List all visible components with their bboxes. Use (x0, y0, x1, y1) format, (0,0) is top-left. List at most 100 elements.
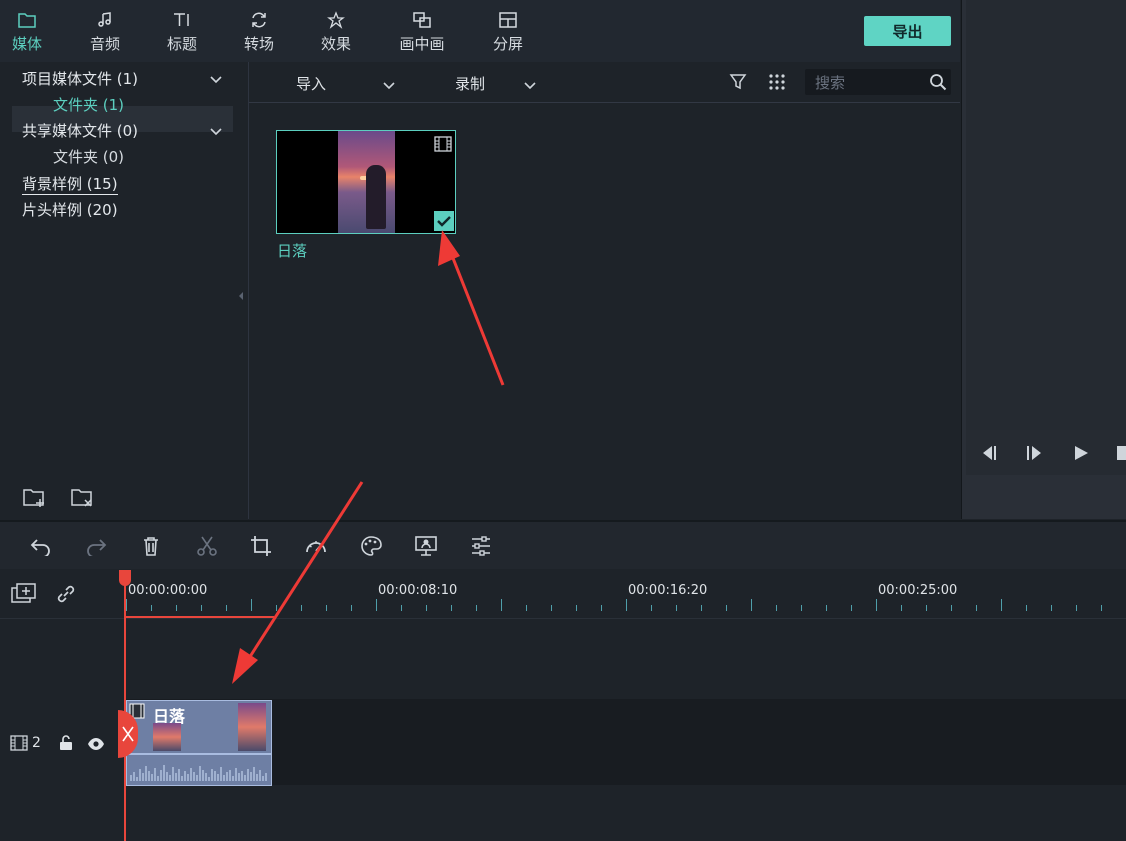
tab-label: 标题 (166, 34, 197, 53)
sidebar-item-folder-1[interactable]: 文件夹 (1) (53, 94, 124, 115)
sidebar-item-background-samples[interactable]: 背景样例 (15) (22, 173, 118, 195)
waveform-bar (133, 772, 135, 781)
transition-icon (248, 9, 270, 31)
scissors-cut-icon[interactable] (196, 535, 218, 561)
ruler-tick (826, 605, 827, 611)
top-toolbar: 媒体 音频 标题 转场 效果 画中画 分屏 (0, 0, 960, 62)
waveform-bar (193, 772, 195, 781)
waveform-bar (229, 770, 231, 781)
waveform-bar (208, 777, 210, 781)
link-icon[interactable] (55, 583, 77, 609)
tab-split-screen[interactable]: 分屏 (485, 0, 531, 62)
timecode-label: 00:00:16:20 (628, 583, 708, 598)
playhead-handle[interactable] (119, 570, 131, 586)
ruler-tick (576, 605, 577, 611)
waveform-bar (151, 774, 153, 781)
tab-label: 效果 (320, 34, 351, 53)
add-track-icon[interactable] (11, 583, 37, 609)
waveform-bar (154, 768, 156, 781)
ruler-tick (176, 605, 177, 611)
sidebar-item-project-media[interactable]: 项目媒体文件 (1) (22, 68, 138, 89)
tab-label: 画中画 (399, 34, 445, 53)
timeline-clip[interactable]: 日落 (126, 700, 272, 786)
media-thumbnail[interactable] (276, 130, 456, 234)
waveform-bar (160, 770, 162, 781)
picture-in-picture-icon (411, 9, 433, 31)
waveform-bar (199, 766, 201, 781)
ruler-tick (201, 605, 202, 611)
play-icon[interactable] (1072, 444, 1090, 466)
timecode-label: 00:00:00:00 (128, 583, 208, 598)
chevron-down-icon[interactable] (523, 76, 537, 95)
previous-frame-icon[interactable] (980, 444, 1000, 466)
next-frame-icon[interactable] (1024, 444, 1044, 466)
clip-divider (127, 753, 271, 755)
ruler-tick (626, 599, 627, 611)
waveform-bar (265, 773, 267, 781)
sidebar-item-shared-media[interactable]: 共享媒体文件 (0) (22, 120, 138, 141)
annotation-arrows (232, 230, 505, 684)
filter-icon[interactable] (729, 73, 747, 95)
tab-label: 分屏 (492, 34, 523, 53)
tab-label: 转场 (243, 34, 274, 53)
waveform-bar (142, 773, 144, 781)
ruler-tick (926, 605, 927, 611)
effects-star-icon (325, 9, 347, 31)
folder-icon (16, 9, 38, 31)
tab-title[interactable]: 标题 (159, 0, 205, 62)
waveform-bar (250, 772, 252, 781)
ruler-tick (851, 605, 852, 611)
stop-icon[interactable] (1117, 446, 1126, 460)
delete-folder-icon[interactable] (70, 486, 96, 512)
waveform-bar (130, 775, 132, 781)
waveform-bar (196, 775, 198, 781)
ruler-tick (901, 605, 902, 611)
ruler-tick (801, 605, 802, 611)
ruler-tick (701, 605, 702, 611)
search-box (805, 69, 951, 95)
grid-view-icon[interactable] (768, 73, 786, 95)
tab-audio[interactable]: 音频 (82, 0, 128, 62)
tab-label: 音频 (89, 34, 120, 53)
timeline-track-lower (0, 785, 1126, 841)
chevron-down-icon[interactable] (382, 76, 396, 95)
new-folder-icon[interactable] (22, 486, 48, 512)
eye-visibility-icon[interactable] (87, 736, 105, 755)
search-icon[interactable] (929, 73, 947, 95)
waveform-bar (163, 765, 165, 781)
undo-icon[interactable] (30, 536, 52, 560)
clip-frame (153, 723, 181, 751)
preview-screen (966, 0, 1126, 430)
tab-pip[interactable]: 画中画 (390, 0, 454, 62)
waveform-bar (232, 776, 234, 781)
waveform-bar (184, 771, 186, 781)
ruler-tick (726, 605, 727, 611)
ruler-tick (1001, 599, 1002, 611)
person-silhouette (366, 165, 386, 229)
timecode-label: 00:00:25:00 (878, 583, 958, 598)
ruler-tick (951, 605, 952, 611)
sidebar-item-intro-samples[interactable]: 片头样例 (20) (22, 199, 118, 220)
ruler-tick (751, 599, 752, 611)
tab-effects[interactable]: 效果 (313, 0, 359, 62)
import-dropdown[interactable]: 导入 (296, 73, 326, 94)
waveform-bar (202, 770, 204, 781)
redo-icon[interactable] (85, 536, 107, 560)
chevron-down-icon[interactable] (209, 70, 223, 89)
tab-transition[interactable]: 转场 (236, 0, 282, 62)
music-note-icon (94, 9, 116, 31)
record-dropdown[interactable]: 录制 (455, 73, 485, 94)
timeline-toolbar (0, 520, 1126, 570)
delete-icon[interactable] (141, 535, 161, 561)
lock-icon[interactable] (59, 735, 73, 755)
ruler-tick (551, 605, 552, 611)
chevron-down-icon[interactable] (209, 122, 223, 141)
export-button[interactable]: 导出 (864, 16, 951, 46)
sidebar-item-folder-0[interactable]: 文件夹 (0) (53, 146, 124, 167)
waveform-bar (259, 770, 261, 781)
playhead[interactable] (124, 570, 126, 841)
search-input[interactable] (813, 72, 927, 94)
ruler-tick (601, 605, 602, 611)
tab-media[interactable]: 媒体 (4, 0, 50, 62)
waveform-bar (157, 776, 159, 781)
